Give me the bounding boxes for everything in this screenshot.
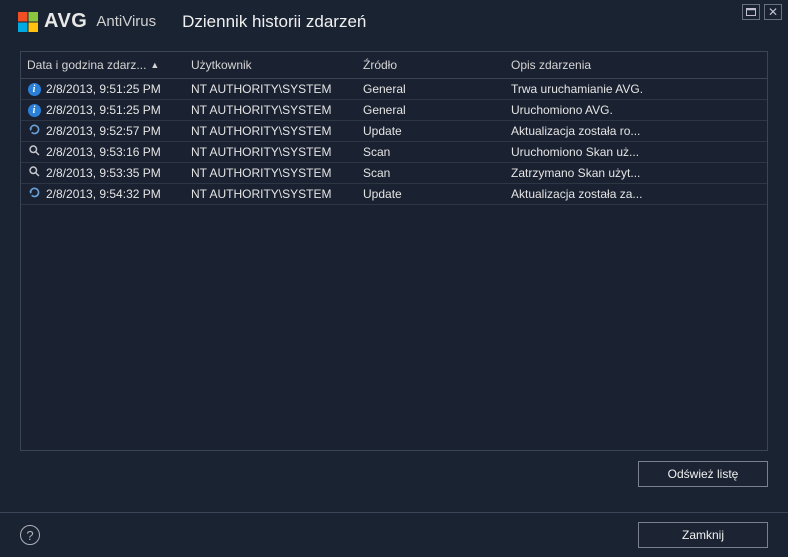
sort-ascending-icon: ▲ [150, 60, 159, 70]
cell-user: NT AUTHORITY\SYSTEM [191, 145, 363, 159]
cell-source: Scan [363, 166, 511, 180]
column-date-label: Data i godzina zdarz... [27, 58, 146, 72]
cell-source: Update [363, 187, 511, 201]
column-date[interactable]: Data i godzina zdarz... ▲ [21, 58, 191, 72]
cell-date: 2/8/2013, 9:53:16 PM [46, 145, 161, 159]
cell-source: General [363, 103, 511, 117]
cell-user: NT AUTHORITY\SYSTEM [191, 124, 363, 138]
refresh-icon [28, 123, 41, 139]
cell-date: 2/8/2013, 9:51:25 PM [46, 103, 161, 117]
avg-logo-icon [18, 12, 38, 32]
cell-date: 2/8/2013, 9:52:57 PM [46, 124, 161, 138]
cell-date: 2/8/2013, 9:51:25 PM [46, 82, 161, 96]
cell-date: 2/8/2013, 9:54:32 PM [46, 187, 161, 201]
cell-source: Update [363, 124, 511, 138]
cell-date: 2/8/2013, 9:53:35 PM [46, 166, 161, 180]
cell-user: NT AUTHORITY\SYSTEM [191, 103, 363, 117]
info-icon: i [28, 83, 41, 96]
cell-source: Scan [363, 145, 511, 159]
close-window-button[interactable]: ✕ [764, 4, 782, 20]
app-logo: AVG AntiVirus [18, 10, 156, 33]
table-header: Data i godzina zdarz... ▲ Użytkownik Źró… [21, 52, 767, 79]
cell-source: General [363, 82, 511, 96]
table-row[interactable]: 2/8/2013, 9:52:57 PM NT AUTHORITY\SYSTEMU… [21, 121, 767, 142]
table-row[interactable]: 2/8/2013, 9:53:35 PM NT AUTHORITY\SYSTEMS… [21, 163, 767, 184]
table-row[interactable]: i 2/8/2013, 9:51:25 PM NT AUTHORITY\SYSTEM… [21, 100, 767, 121]
window-title: Dziennik historii zdarzeń [182, 12, 366, 32]
search-icon [28, 144, 41, 160]
cell-description: Aktualizacja została ro... [511, 124, 767, 138]
close-button[interactable]: Zamknij [638, 522, 768, 548]
search-icon [28, 165, 41, 181]
table-row[interactable]: 2/8/2013, 9:54:32 PM NT AUTHORITY\SYSTEMU… [21, 184, 767, 205]
cell-description: Zatrzymano Skan użyt... [511, 166, 767, 180]
brand-suffix: AntiVirus [96, 13, 156, 30]
event-log-panel: Data i godzina zdarz... ▲ Użytkownik Źró… [20, 51, 768, 451]
maximize-button[interactable] [742, 4, 760, 20]
help-icon[interactable]: ? [20, 525, 40, 545]
cell-description: Uruchomiono Skan uż... [511, 145, 767, 159]
cell-user: NT AUTHORITY\SYSTEM [191, 187, 363, 201]
cell-user: NT AUTHORITY\SYSTEM [191, 82, 363, 96]
cell-description: Uruchomiono AVG. [511, 103, 767, 117]
info-icon: i [28, 104, 41, 117]
refresh-icon [28, 186, 41, 202]
column-description[interactable]: Opis zdarzenia [511, 58, 767, 72]
table-row[interactable]: 2/8/2013, 9:53:16 PM NT AUTHORITY\SYSTEMS… [21, 142, 767, 163]
table-body[interactable]: i 2/8/2013, 9:51:25 PM NT AUTHORITY\SYSTEM… [21, 79, 767, 450]
refresh-list-button[interactable]: Odśwież listę [638, 461, 768, 487]
brand-name: AVG [44, 10, 87, 33]
column-source[interactable]: Źródło [363, 58, 511, 72]
cell-description: Trwa uruchamianie AVG. [511, 82, 767, 96]
cell-user: NT AUTHORITY\SYSTEM [191, 166, 363, 180]
cell-description: Aktualizacja została za... [511, 187, 767, 201]
column-user[interactable]: Użytkownik [191, 58, 363, 72]
table-row[interactable]: i 2/8/2013, 9:51:25 PM NT AUTHORITY\SYSTEM… [21, 79, 767, 100]
